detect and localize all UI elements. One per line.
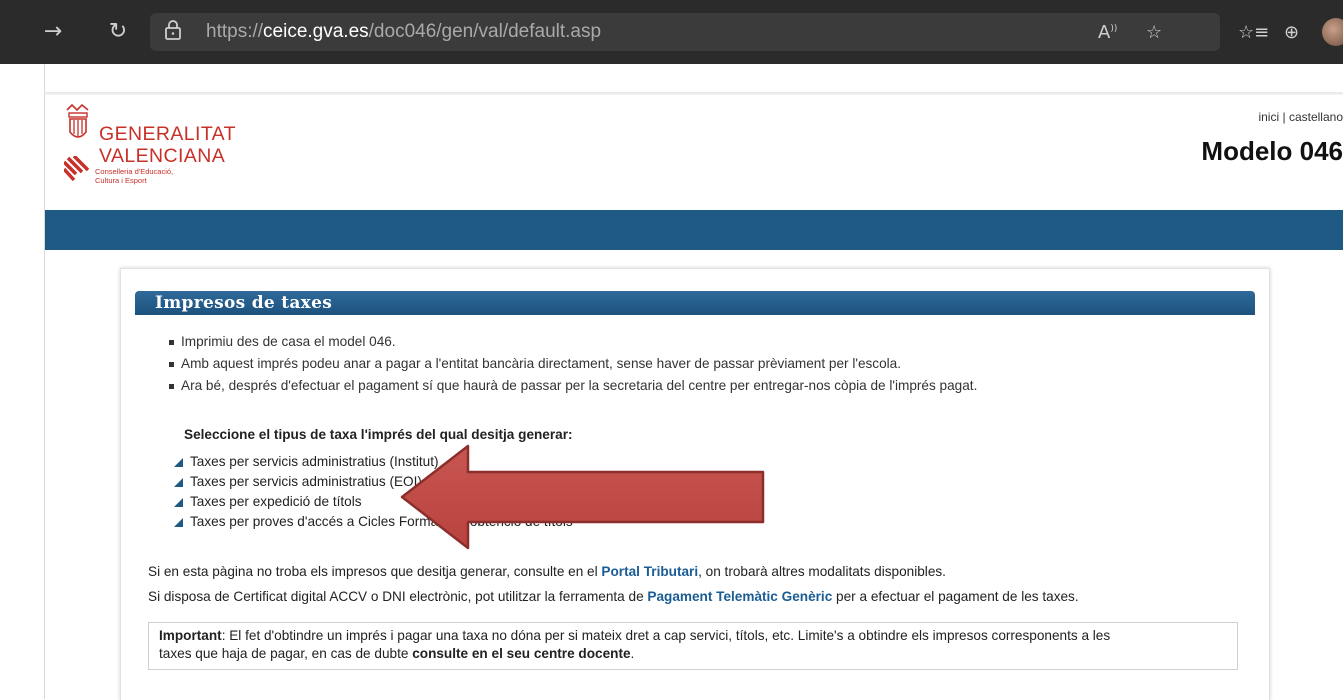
language-link[interactable]: castellano [1289, 110, 1343, 124]
address-bar[interactable]: https://ceice.gva.es/doc046/gen/val/defa… [150, 13, 1220, 51]
gva-logo[interactable]: GENERALITAT VALENCIANA Conselleria d'Edu… [64, 104, 236, 185]
read-aloud-icon[interactable]: A)) [1098, 22, 1117, 43]
top-rule [45, 92, 1343, 95]
browser-toolbar: → ↻ https://ceice.gva.es/doc046/gen/val/… [0, 0, 1343, 64]
list-item: Imprimiu des de casa el model 046. [169, 331, 977, 353]
logo-text-line1: GENERALITAT [99, 123, 236, 145]
list-item: Ara bé, després d'efectuar el pagament s… [169, 375, 977, 397]
collections-icon[interactable]: ⊕ [1284, 22, 1299, 43]
url-text[interactable]: https://ceice.gva.es/doc046/gen/val/defa… [206, 21, 601, 43]
section-header: Impresos de taxes [135, 291, 1255, 315]
favorites-add-icon[interactable]: ☆ [1146, 22, 1162, 43]
flag-stripes-icon [64, 156, 90, 182]
link-separator: | [1282, 110, 1286, 124]
portal-tributari-link[interactable]: Portal Tributari [601, 564, 698, 579]
annotation-arrow-icon [400, 444, 765, 550]
important-notice: Important: El fet d'obtindre un imprés i… [148, 622, 1238, 670]
pagament-telematic-link[interactable]: Pagament Telemàtic Genèric [647, 589, 832, 604]
logo-text-line2: VALENCIANA [99, 145, 226, 167]
logo-subtitle: Conselleria d'Educació, Cultura i Esport [95, 167, 174, 185]
top-links: inici | castellano [1258, 110, 1343, 124]
lock-icon[interactable] [164, 20, 188, 44]
page-left-border [44, 64, 45, 699]
info-list: Imprimiu des de casa el model 046. Amb a… [169, 331, 977, 397]
blue-band [45, 210, 1343, 250]
coat-of-arms-icon [66, 104, 89, 138]
avatar[interactable] [1322, 18, 1343, 46]
list-item: Amb aquest imprés podeu anar a pagar a l… [169, 353, 977, 375]
section-title: Impresos de taxes [155, 293, 333, 313]
refresh-icon[interactable]: ↻ [103, 16, 133, 46]
page-title: Modelo 046 [1201, 136, 1343, 166]
telematic-paragraph: Si disposa de Certificat digital ACCV o … [148, 589, 1079, 604]
home-link[interactable]: inici [1258, 110, 1279, 124]
forward-icon[interactable]: → [38, 16, 68, 46]
portal-paragraph: Si en esta pàgina no troba els impresos … [148, 564, 946, 579]
favorites-icon[interactable]: ☆≡ [1238, 22, 1269, 43]
